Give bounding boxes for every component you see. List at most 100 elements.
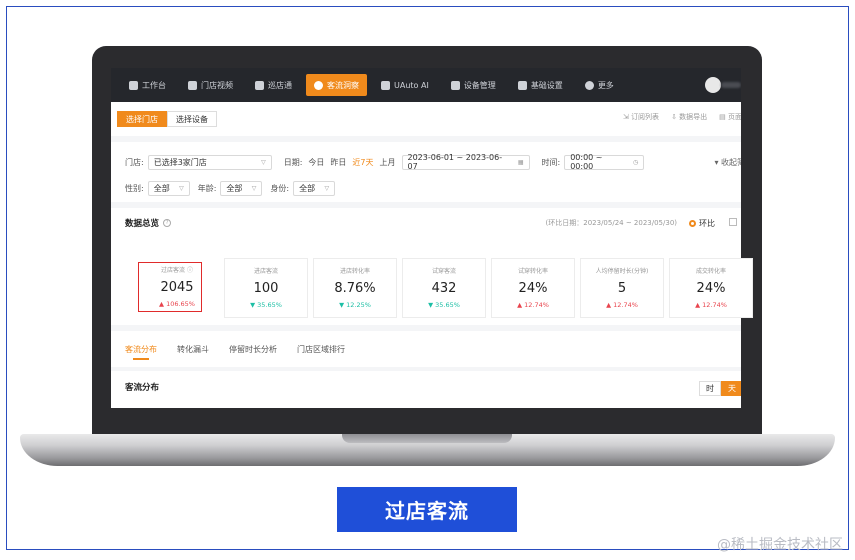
gender-value: 全部 xyxy=(153,183,170,193)
nav-item-patrol[interactable]: 巡店通 xyxy=(247,74,300,96)
age-select[interactable]: 全部 ▽ xyxy=(220,180,263,196)
kpi-card[interactable]: 进店转化率 8.76% ▼ 12.25% xyxy=(313,258,397,318)
help-icon[interactable]: ? xyxy=(163,219,172,227)
age-label: 年龄: xyxy=(197,183,217,193)
tab-traffic-distribution[interactable]: 客流分布 xyxy=(125,331,157,367)
toggle-hour[interactable]: 时 xyxy=(699,381,721,396)
nav-item-workbench[interactable]: 工作台 xyxy=(121,74,174,96)
nav-item-more[interactable]: 更多 xyxy=(577,74,622,96)
kpi-label: 进店客流 xyxy=(253,268,278,275)
store-value: 已选择3家门店 xyxy=(153,157,207,167)
video-icon xyxy=(188,80,197,90)
kpi-value: 8.76% xyxy=(334,281,376,296)
age-value: 全部 xyxy=(226,183,243,193)
compare-date-range: (环比日期：2023/05/24 ~ 2023/05/30) xyxy=(545,219,677,227)
collapse-label: 收起筛 xyxy=(721,158,741,167)
analysis-tabs: 客流分布 转化漏斗 停留时长分析 门店区域排行 xyxy=(111,331,741,367)
granularity-toggle: 时 天 xyxy=(699,381,741,396)
tab-conversion-funnel[interactable]: 转化漏斗 xyxy=(177,331,209,367)
compare-radio[interactable]: 环比 xyxy=(689,218,715,229)
page-config-button[interactable]: ▤ 页面配 xyxy=(719,112,741,122)
kpi-card[interactable]: 试穿转化率 24% ▲ 12.74% xyxy=(491,258,575,318)
nav-item-store-video[interactable]: 门店视频 xyxy=(180,74,241,96)
radio-label: 环比 xyxy=(699,219,715,228)
kpi-delta: ▼ 12.25% xyxy=(339,301,371,309)
filter-row-2: 性别: 全部 ▽ 年龄: 全部 ▽ 身份: 全部 ▽ xyxy=(125,178,727,198)
time-range-picker[interactable]: 00:00 ~ 00:00 ◷ xyxy=(564,153,645,171)
kpi-delta: ▲ 12.74% xyxy=(695,301,727,309)
chevron-down-icon: ▽ xyxy=(179,184,184,192)
select-device-tab[interactable]: 选择设备 xyxy=(167,111,217,127)
nav-item-uauto-ai[interactable]: UAuto AI xyxy=(373,74,437,96)
chevron-down-icon: ▽ xyxy=(261,158,266,166)
select-store-tab[interactable]: 选择门店 xyxy=(117,111,167,127)
page-config-label: 页面配 xyxy=(728,113,741,121)
caption-banner: 过店客流 xyxy=(337,487,517,532)
sub-toolbar: 选择门店 选择设备 ⇲ 订阅列表 ⇩ 数据导出 ▤ 页面配 xyxy=(111,102,741,136)
device-icon xyxy=(450,80,460,90)
section-title: 客流分布 xyxy=(125,383,160,393)
top-nav: 工作台 门店视频 巡店通 客流洞察 UAuto AI 设备管理 基础设置 更多 xyxy=(111,68,741,102)
kpi-value: 24% xyxy=(518,281,548,296)
date-range-picker[interactable]: 2023-06-01 ~ 2023-06-07 ▦ xyxy=(401,153,530,171)
nav-item-basic-settings[interactable]: 基础设置 xyxy=(510,74,571,96)
avatar[interactable] xyxy=(705,77,721,93)
compare-checkbox[interactable] xyxy=(729,218,737,226)
quick-today[interactable]: 今日 xyxy=(308,157,324,168)
highlight-box xyxy=(138,262,202,312)
user-name-blurred xyxy=(721,82,741,88)
date-label: 日期: xyxy=(283,157,303,167)
filter-row-1: 门店: 已选择3家门店 ▽ 日期: 今日 昨日 近7天 上月 2023-06-01… xyxy=(125,152,727,172)
identity-value: 全部 xyxy=(299,183,316,193)
kpi-delta: ▼ 35.65% xyxy=(250,301,282,309)
collapse-filter-button[interactable]: ▾ 收起筛 xyxy=(714,157,741,168)
nav-item-traffic-insight[interactable]: 客流洞察 xyxy=(306,74,367,96)
export-button[interactable]: ⇩ 数据导出 xyxy=(671,112,707,122)
kpi-value: 100 xyxy=(253,281,279,296)
nav-label: 客流洞察 xyxy=(327,80,359,90)
date-range-value: 2023-06-01 ~ 2023-06-07 xyxy=(407,153,503,171)
kpi-delta: ▼ 35.65% xyxy=(428,301,460,309)
radio-dot-icon xyxy=(689,220,696,227)
nav-label: 门店视频 xyxy=(201,80,233,90)
laptop-screen: 工作台 门店视频 巡店通 客流洞察 UAuto AI 设备管理 基础设置 更多 … xyxy=(111,68,741,408)
store-select[interactable]: 已选择3家门店 ▽ xyxy=(147,154,272,170)
time-range-value: 00:00 ~ 00:00 xyxy=(570,153,603,171)
overview-title: 数据总览 xyxy=(125,219,160,229)
nav-label: 设备管理 xyxy=(463,80,496,90)
traffic-distribution-section: 客流分布 时 天 xyxy=(111,371,741,408)
kpi-delta: ▲ 12.74% xyxy=(517,301,549,309)
quick-last-month[interactable]: 上月 xyxy=(380,157,396,168)
kpi-value: 432 xyxy=(431,281,457,296)
kpi-card[interactable]: 成交转化率 24% ▲ 12.74% xyxy=(669,258,753,318)
filter-panel: 门店: 已选择3家门店 ▽ 日期: 今日 昨日 近7天 上月 2023-06-01… xyxy=(111,142,741,202)
nav-label: UAuto AI xyxy=(394,80,429,90)
kpi-card[interactable]: 人均停留时长(分钟) 5 ▲ 12.74% xyxy=(580,258,664,318)
nav-label: 基础设置 xyxy=(530,80,563,90)
tab-dwell-time[interactable]: 停留时长分析 xyxy=(229,331,277,367)
settings-icon xyxy=(517,80,527,90)
kpi-label: 人均停留时长(分钟) xyxy=(595,268,649,275)
gender-select[interactable]: 全部 ▽ xyxy=(147,180,190,196)
kpi-card[interactable]: 进店客流 100 ▼ 35.65% xyxy=(224,258,308,318)
kpi-label: 成交转化率 xyxy=(695,268,726,275)
laptop-notch xyxy=(342,434,512,443)
kpi-label: 试穿客流 xyxy=(431,268,456,275)
quick-7days[interactable]: 近7天 xyxy=(352,157,373,168)
identity-select[interactable]: 全部 ▽ xyxy=(293,180,336,196)
ai-icon xyxy=(381,80,390,90)
time-label: 时间: xyxy=(541,157,561,167)
identity-label: 身份: xyxy=(270,183,290,193)
export-label: 数据导出 xyxy=(679,113,708,121)
kpi-value: 24% xyxy=(696,281,726,296)
quick-yesterday[interactable]: 昨日 xyxy=(330,157,346,168)
kpi-label: 试穿转化率 xyxy=(517,268,548,275)
nav-item-device-mgmt[interactable]: 设备管理 xyxy=(443,74,504,96)
nav-label: 更多 xyxy=(597,80,614,90)
calendar-icon: ▦ xyxy=(517,158,524,166)
kpi-card[interactable]: 试穿客流 432 ▼ 35.65% xyxy=(402,258,486,318)
toggle-day[interactable]: 天 xyxy=(721,381,741,396)
tab-zone-ranking[interactable]: 门店区域排行 xyxy=(297,331,345,367)
kpi-cards: 过店客流 ⓘ 2045 ▲ 106.65% 进店客流 100 ▼ 35.65% 进店转化率 8… xyxy=(135,258,753,318)
subscribe-list-button[interactable]: ⇲ 订阅列表 xyxy=(623,112,659,122)
